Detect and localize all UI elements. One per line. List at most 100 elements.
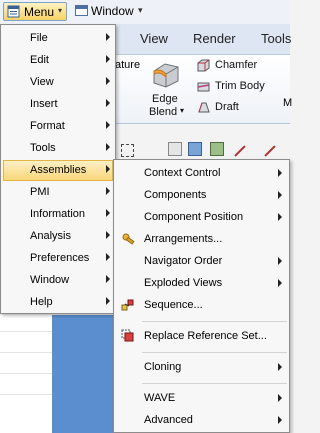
submenu-item-components[interactable]: Components bbox=[115, 184, 287, 206]
menu-item-label: Format bbox=[30, 120, 65, 132]
snap-icon[interactable] bbox=[210, 142, 224, 156]
menu-item-view[interactable]: View bbox=[3, 72, 113, 93]
submenu-arrow-icon bbox=[278, 191, 282, 199]
submenu-item-wave[interactable]: WAVE bbox=[115, 387, 287, 409]
menu-item-preferences[interactable]: Preferences bbox=[3, 248, 113, 269]
menu-item-information[interactable]: Information bbox=[3, 204, 113, 225]
tab-render[interactable]: Render bbox=[193, 31, 236, 46]
submenu-arrow-icon bbox=[106, 33, 110, 41]
trim-body-icon bbox=[197, 82, 210, 92]
menu-item-analysis[interactable]: Analysis bbox=[3, 226, 113, 247]
submenu-item-label: Replace Reference Set... bbox=[144, 330, 267, 342]
render-icon[interactable] bbox=[188, 142, 202, 156]
ribbon-tab-bar: View Render Tools bbox=[113, 24, 291, 54]
edge-blend-dropdown-icon[interactable]: ▾ bbox=[180, 106, 184, 115]
menu-icon bbox=[7, 5, 20, 18]
submenu-item-label: WAVE bbox=[144, 392, 176, 404]
chamfer-icon bbox=[197, 59, 210, 72]
submenu-item-label: Cloning bbox=[144, 361, 182, 373]
menu-item-label: Preferences bbox=[30, 252, 90, 264]
submenu-item-context-control[interactable]: Context Control bbox=[115, 162, 287, 184]
menu-button[interactable]: Menu ▾ bbox=[3, 2, 67, 21]
submenu-arrow-icon bbox=[106, 187, 110, 195]
submenu-arrow-icon bbox=[278, 394, 282, 402]
edge-blend-icon[interactable] bbox=[151, 59, 181, 89]
chamfer-button[interactable]: Chamfer bbox=[215, 59, 257, 71]
submenu-arrow-icon bbox=[278, 416, 282, 424]
navigator-row-divider bbox=[0, 331, 52, 332]
menu-item-label: PMI bbox=[30, 186, 50, 198]
menu-item-label: Edit bbox=[30, 54, 49, 66]
submenu-item-replace-reference-set[interactable]: Replace Reference Set... bbox=[115, 325, 287, 347]
submenu-arrow-icon bbox=[106, 99, 110, 107]
menu-item-assemblies[interactable]: Assemblies bbox=[3, 160, 113, 181]
line-icon-2[interactable] bbox=[264, 145, 276, 157]
submenu-arrow-icon bbox=[278, 363, 282, 371]
edge-blend-label-line1[interactable]: Edge bbox=[152, 93, 178, 105]
quick-access-toolbar: Menu ▾ Window ▾ bbox=[0, 0, 290, 25]
submenu-item-exploded-views[interactable]: Exploded Views bbox=[115, 272, 287, 294]
tab-view[interactable]: View bbox=[140, 31, 168, 46]
submenu-arrow-icon bbox=[106, 55, 110, 63]
menu-separator bbox=[142, 321, 287, 322]
submenu-arrow-icon bbox=[106, 231, 110, 239]
replace-reference-set-icon bbox=[121, 329, 134, 342]
menu-separator bbox=[142, 352, 287, 353]
ribbon-panel: ature Edge Blend ▾ Chamfer Trim Body Dra… bbox=[113, 54, 293, 124]
submenu-arrow-icon bbox=[278, 279, 282, 287]
submenu-item-cloning[interactable]: Cloning bbox=[115, 356, 287, 378]
menu-item-label: Help bbox=[30, 296, 53, 308]
navigator-row-divider bbox=[0, 352, 52, 353]
submenu-arrow-icon bbox=[278, 213, 282, 221]
menu-item-label: Assemblies bbox=[30, 164, 87, 176]
sequence-icon bbox=[121, 299, 134, 311]
menu-item-label: Analysis bbox=[30, 230, 71, 242]
menu-item-insert[interactable]: Insert bbox=[3, 94, 113, 115]
ribbon-more-fragment: M bbox=[283, 97, 293, 109]
menu-item-edit[interactable]: Edit bbox=[3, 50, 113, 71]
line-icon[interactable] bbox=[234, 145, 246, 157]
submenu-arrow-icon bbox=[106, 121, 110, 129]
menu-item-label: Insert bbox=[30, 98, 58, 110]
trim-body-button[interactable]: Trim Body bbox=[215, 80, 265, 92]
submenu-arrow-icon bbox=[278, 257, 282, 265]
menu-separator bbox=[142, 383, 287, 384]
menu-item-format[interactable]: Format bbox=[3, 116, 113, 137]
tab-tools[interactable]: Tools bbox=[261, 31, 291, 46]
submenu-item-label: Components bbox=[144, 189, 207, 201]
edge-blend-label-line2[interactable]: Blend bbox=[149, 106, 177, 118]
assemblies-submenu: Context Control Components Component Pos… bbox=[113, 159, 290, 433]
select-box-icon[interactable] bbox=[121, 144, 134, 157]
submenu-item-navigator-order[interactable]: Navigator Order bbox=[115, 250, 287, 272]
submenu-item-label: Arrangements... bbox=[144, 233, 223, 245]
submenu-item-component-position[interactable]: Component Position bbox=[115, 206, 287, 228]
draft-button[interactable]: Draft bbox=[215, 101, 239, 113]
submenu-arrow-icon bbox=[106, 297, 110, 305]
submenu-item-advanced[interactable]: Advanced bbox=[115, 409, 287, 431]
window-button-label: Window bbox=[91, 4, 134, 18]
main-menu-dropdown: File Edit View Insert Format Tools Assem… bbox=[0, 24, 116, 314]
menu-item-window[interactable]: Window bbox=[3, 270, 113, 291]
menu-item-label: Information bbox=[30, 208, 86, 220]
menu-item-pmi[interactable]: PMI bbox=[3, 182, 113, 203]
menu-item-label: Window bbox=[30, 274, 70, 286]
menu-item-file[interactable]: File bbox=[3, 28, 113, 49]
menu-item-help[interactable]: Help bbox=[3, 292, 113, 313]
menu-item-label: Tools bbox=[30, 142, 56, 154]
customize-dropdown-icon[interactable]: ▾ bbox=[138, 5, 143, 16]
submenu-item-arrangements[interactable]: Arrangements... bbox=[115, 228, 287, 250]
submenu-item-label: Advanced bbox=[144, 414, 193, 426]
menu-item-label: View bbox=[30, 76, 54, 88]
submenu-item-sequence[interactable]: Sequence... bbox=[115, 294, 287, 316]
chevron-down-icon: ▾ bbox=[58, 6, 63, 15]
window-button[interactable]: Window ▾ bbox=[72, 2, 156, 21]
feature-group-label-fragment: ature bbox=[115, 59, 141, 71]
menu-button-label: Menu bbox=[24, 5, 55, 19]
submenu-arrow-icon bbox=[106, 253, 110, 261]
navigator-panel[interactable] bbox=[0, 315, 53, 433]
draft-icon bbox=[198, 102, 210, 113]
menu-item-tools[interactable]: Tools bbox=[3, 138, 113, 159]
view-icon[interactable] bbox=[168, 142, 182, 156]
submenu-arrow-icon bbox=[106, 275, 110, 283]
submenu-arrow-icon bbox=[106, 77, 110, 85]
